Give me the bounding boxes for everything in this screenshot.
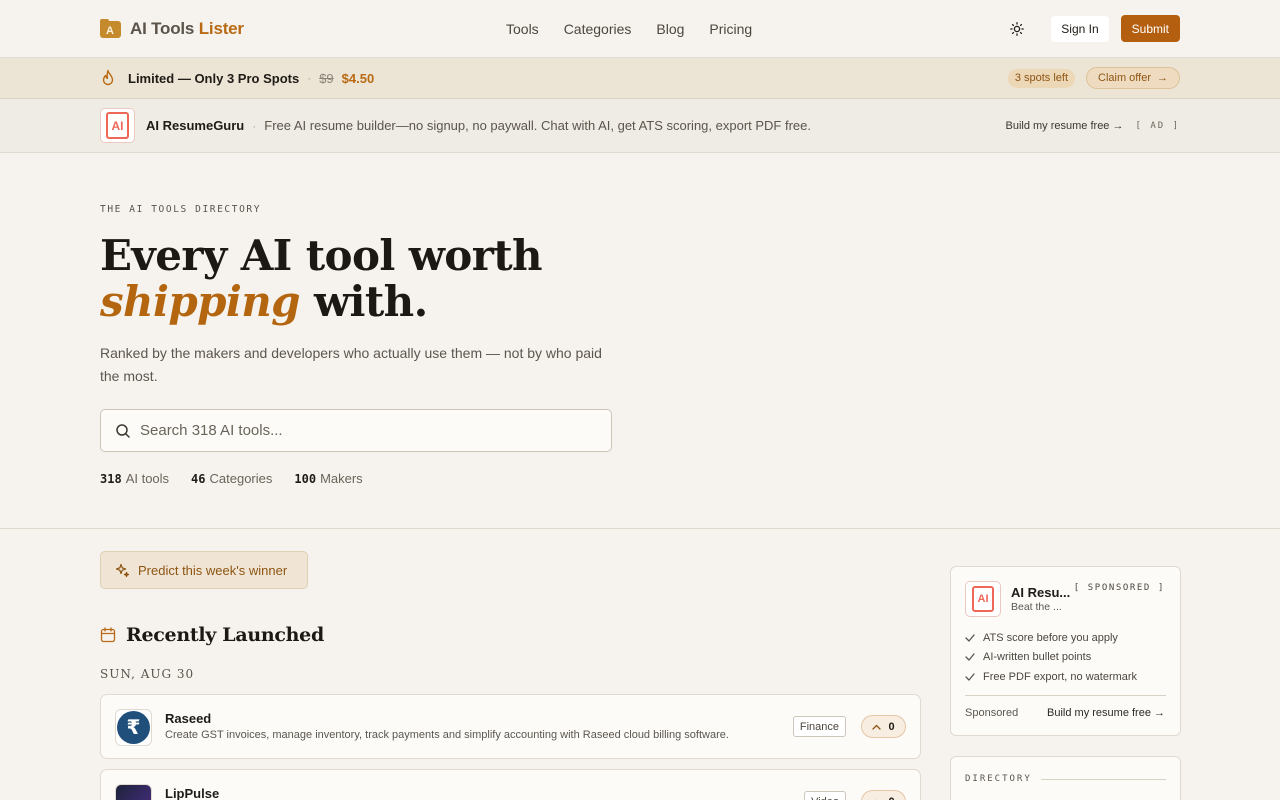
raseed-logo: ₹ <box>115 709 152 746</box>
promo-actions: 3 spots left Claim offer → <box>1007 67 1180 89</box>
predict-label: Predict this week's winner <box>138 562 288 578</box>
search-input[interactable] <box>140 422 580 439</box>
chevron-up-icon <box>872 724 882 730</box>
hero-section: THE AI TOOLS DIRECTORY Every AI tool wor… <box>0 153 1280 529</box>
top-nav: A AI Tools Lister Tools Categories Blog … <box>0 0 1280 58</box>
claim-offer-label: Claim offer <box>1098 72 1151 84</box>
directory-label: DIRECTORY <box>965 774 1032 784</box>
tool-name[interactable]: Raseed <box>165 711 211 726</box>
promo-title: Limited — Only 3 Pro Spots <box>128 70 300 86</box>
feature-list: ATS score before you apply AI-written bu… <box>965 628 1137 687</box>
check-icon <box>965 673 975 681</box>
hero-stats: 318 AI tools 46 Categories 100 Makers <box>100 471 1180 486</box>
nav-link-pricing[interactable]: Pricing <box>709 21 752 37</box>
upvote-button[interactable]: 0 <box>861 715 906 738</box>
vote-count: 0 <box>888 720 895 733</box>
ai-resumeguru-logo[interactable]: AI <box>100 108 135 143</box>
directory-card: DIRECTORY <box>950 756 1181 800</box>
promo-new-price: $4.50 <box>341 70 375 86</box>
promo-old-price: $9 <box>319 70 334 86</box>
sparkle-icon <box>115 563 130 577</box>
sponsored-subtitle: Beat the ... <box>1011 601 1062 613</box>
hero-subhead: Ranked by the makers and developers who … <box>100 345 602 384</box>
feature-item: AI-written bullet points <box>965 648 1137 668</box>
ad-description: Free AI resume builder—no signup, no pay… <box>264 118 811 133</box>
tool-description: Create GST invoices, manage inventory, t… <box>165 729 729 741</box>
headline-emphasis: shipping <box>100 277 301 326</box>
folder-logo-icon: A <box>100 19 121 38</box>
hero-headline: Every AI tool worth shipping with. <box>100 231 543 326</box>
sign-in-button[interactable]: Sign In <box>1051 15 1109 42</box>
divider <box>1041 779 1166 780</box>
sponsored-label: Sponsored <box>965 707 1019 719</box>
feature-item: Free PDF export, no watermark <box>965 667 1137 687</box>
divider <box>965 695 1166 696</box>
stat-categories: 46 Categories <box>191 471 273 486</box>
upvote-button[interactable]: 0 <box>861 790 906 800</box>
ad-banner: AI AI ResumeGuru · Free AI resume builde… <box>0 99 1280 153</box>
theme-toggle-sun-icon[interactable] <box>1005 17 1029 41</box>
search-icon <box>116 423 130 438</box>
nav-actions: Sign In Submit <box>1005 15 1180 42</box>
brand-logo[interactable]: A AI Tools Lister <box>100 19 244 39</box>
sponsored-name[interactable]: AI Resu... <box>1011 585 1070 600</box>
predict-winner-button[interactable]: Predict this week's winner <box>100 551 308 589</box>
check-icon <box>965 634 975 642</box>
search-box[interactable] <box>100 409 612 452</box>
category-tag[interactable]: Video <box>804 791 846 800</box>
arrow-right-icon: → <box>1157 72 1168 84</box>
ad-label: [ AD ] <box>1135 121 1180 131</box>
sponsored-logo: AI <box>965 581 1001 617</box>
vote-count: 0 <box>888 796 894 800</box>
promo-banner: Limited — Only 3 Pro Spots · $9 $4.50 3 … <box>0 58 1280 99</box>
nav-link-tools[interactable]: Tools <box>506 21 539 37</box>
recently-launched-heading: Recently Launched <box>100 624 324 646</box>
nav-link-blog[interactable]: Blog <box>656 21 684 37</box>
stat-tools: 318 AI tools <box>100 471 170 486</box>
spots-left-badge: 3 spots left <box>1007 68 1076 88</box>
tool-card-lippulse[interactable]: LipPulse Video 0 <box>100 769 921 800</box>
sponsored-cta-link[interactable]: Build my resume free → <box>1047 707 1165 719</box>
submit-button[interactable]: Submit <box>1120 15 1180 42</box>
date-heading: SUN, AUG 30 <box>100 667 195 681</box>
calendar-icon <box>100 627 116 643</box>
promo-separator: · <box>307 71 312 85</box>
tool-name[interactable]: LipPulse <box>165 786 219 800</box>
ad-cta-link[interactable]: Build my resume free → <box>1006 120 1124 132</box>
ad-product-name[interactable]: AI ResumeGuru <box>146 118 244 133</box>
ad-separator: · <box>252 118 257 133</box>
claim-offer-button[interactable]: Claim offer → <box>1086 67 1180 89</box>
hero-eyebrow: THE AI TOOLS DIRECTORY <box>100 204 262 215</box>
feature-item: ATS score before you apply <box>965 628 1137 648</box>
check-icon <box>965 653 975 661</box>
flame-icon <box>102 69 114 86</box>
category-tag[interactable]: Finance <box>792 716 846 737</box>
tool-card-raseed[interactable]: ₹ Raseed Create GST invoices, manage inv… <box>100 694 921 759</box>
ad-actions: Build my resume free → [ AD ] <box>1006 99 1181 153</box>
brand-name: AI Tools Lister <box>130 18 244 38</box>
stat-makers: 100 Makers <box>294 471 363 486</box>
nav-link-categories[interactable]: Categories <box>564 21 632 37</box>
lippulse-logo <box>115 784 152 800</box>
main-nav: Tools Categories Blog Pricing <box>506 0 752 58</box>
sponsored-tag: [ SPONSORED ] <box>1073 583 1165 593</box>
sponsored-card[interactable]: AI AI Resu... Beat the ... [ SPONSORED ]… <box>950 566 1181 736</box>
